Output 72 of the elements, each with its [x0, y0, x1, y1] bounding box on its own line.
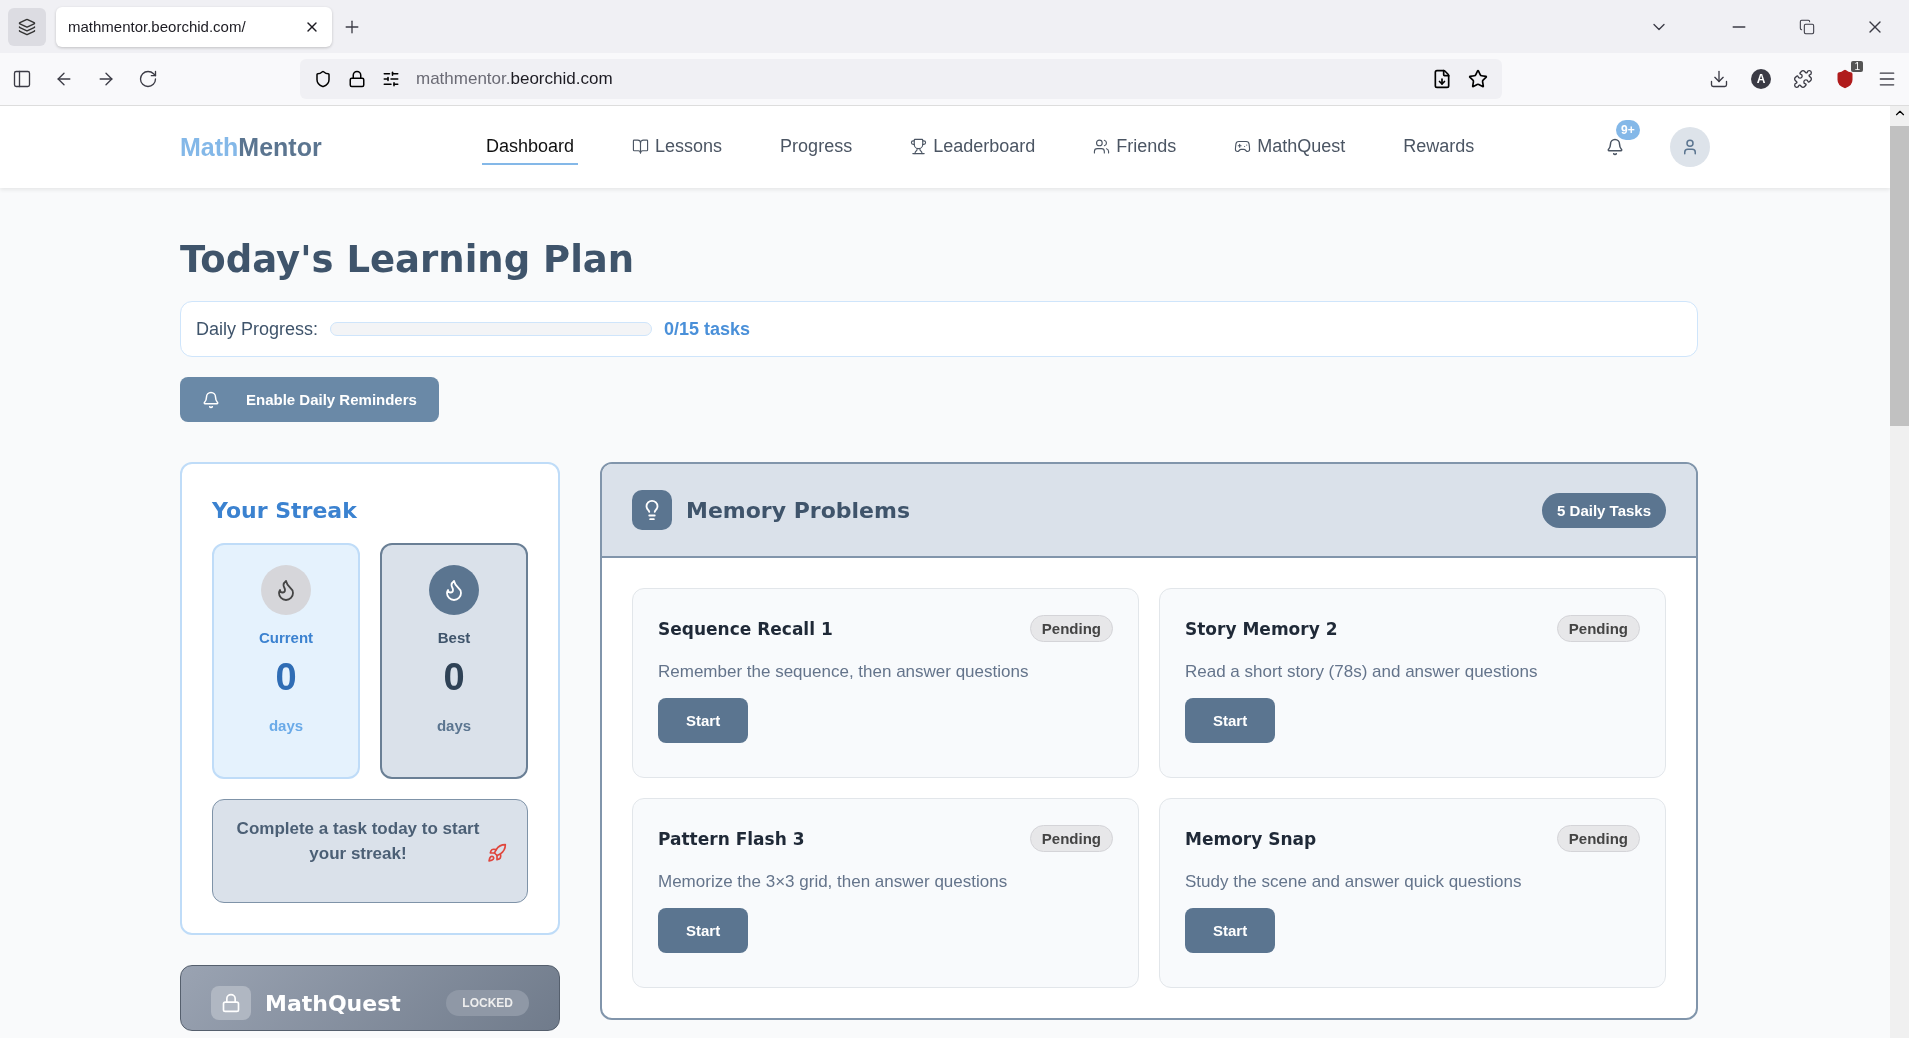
stat-label: Best	[437, 629, 471, 646]
task-description: Read a short story (78s) and answer questions	[1185, 662, 1539, 682]
page-title: Today's Learning Plan	[180, 238, 636, 281]
reminders-button[interactable]: Enable Daily Reminders	[180, 377, 439, 422]
extension-badge: 1	[1851, 61, 1863, 72]
tab-overview-button[interactable]	[8, 7, 46, 46]
progress-reading: 0/15 tasks	[664, 318, 751, 340]
nav-link[interactable]: MathQuest	[1230, 129, 1350, 165]
stat-value: 0	[275, 656, 297, 699]
notifications-button[interactable]	[1606, 138, 1624, 156]
user-avatar-button[interactable]	[1670, 127, 1710, 167]
nav-link[interactable]: Progress	[776, 129, 857, 165]
restore-icon[interactable]	[1799, 18, 1815, 35]
scrollbar[interactable]	[1890, 106, 1909, 1038]
flame-icon	[261, 565, 311, 615]
user-icon	[1681, 138, 1699, 156]
address-bar[interactable]: mathmentor.beorchid.com	[300, 59, 1502, 99]
stat-value: 0	[443, 656, 465, 699]
task-title: Story Memory 2	[1185, 618, 1338, 639]
lock-icon	[211, 986, 251, 1020]
stat-unit: days	[268, 717, 304, 734]
nav-link[interactable]: Leaderboard	[906, 129, 1040, 165]
nav-icon	[910, 137, 928, 155]
status-badge: Pending	[1556, 825, 1640, 852]
flame-icon	[429, 565, 479, 615]
locked-badge: LOCKED	[446, 990, 529, 1016]
panel-title: Memory Problems	[686, 497, 912, 523]
status-badge: Pending	[1029, 615, 1113, 642]
rocket-icon	[487, 843, 507, 863]
nav-link[interactable]: Lessons	[628, 129, 727, 165]
extensions-icon[interactable]	[1793, 69, 1813, 89]
shield-icon	[314, 70, 332, 88]
notification-badge: 9+	[1616, 120, 1640, 140]
streak-title: Your Streak	[212, 498, 358, 523]
task-title: Sequence Recall 1	[658, 618, 833, 639]
streak-message: Complete a task today to start your streak!	[235, 818, 481, 865]
nav-link[interactable]: Friends	[1089, 129, 1181, 165]
start-button[interactable]: Start	[1185, 698, 1276, 743]
task-description: Study the scene and answer quick questions	[1185, 872, 1523, 892]
bookmark-star-icon[interactable]	[1468, 69, 1488, 89]
permissions-icon[interactable]	[382, 70, 400, 88]
lock-icon	[348, 70, 366, 88]
bell-icon	[202, 390, 220, 409]
sidebar-icon[interactable]	[12, 69, 32, 89]
profile-avatar[interactable]: A	[1751, 69, 1771, 89]
mathquest-title: MathQuest	[265, 990, 402, 1016]
nav-link[interactable]: Rewards	[1399, 129, 1479, 165]
start-button[interactable]: Start	[1185, 908, 1276, 953]
start-button[interactable]: Start	[658, 908, 749, 953]
save-page-icon[interactable]	[1432, 69, 1452, 89]
nav-icon	[632, 137, 650, 155]
url-text: mathmentor.beorchid.com	[416, 69, 614, 89]
start-button[interactable]: Start	[658, 698, 749, 743]
task-count-badge: 5 Daily Tasks	[1542, 492, 1666, 528]
status-badge: Pending	[1556, 615, 1640, 642]
progress-label: Daily Progress:	[196, 318, 319, 340]
logo[interactable]: MathMentor	[180, 132, 482, 162]
status-badge: Pending	[1029, 825, 1113, 852]
lightbulb-icon	[632, 490, 672, 530]
reload-icon[interactable]	[138, 69, 158, 89]
download-icon[interactable]	[1709, 69, 1729, 89]
nav-icon	[1093, 137, 1111, 155]
shield-extension-icon[interactable]	[1835, 69, 1855, 89]
task-title: Pattern Flash 3	[658, 828, 805, 849]
task-description: Memorize the 3×3 grid, then answer questions	[658, 872, 1009, 892]
stat-unit: days	[436, 717, 472, 734]
task-description: Remember the sequence, then answer questions	[658, 662, 1030, 682]
layers-icon	[18, 17, 36, 36]
stat-label: Current	[258, 629, 314, 646]
nav-link[interactable]: Dashboard	[482, 129, 579, 165]
browser-tab[interactable]: mathmentor.beorchid.com/	[56, 6, 332, 47]
task-title: Memory Snap	[1185, 828, 1317, 849]
